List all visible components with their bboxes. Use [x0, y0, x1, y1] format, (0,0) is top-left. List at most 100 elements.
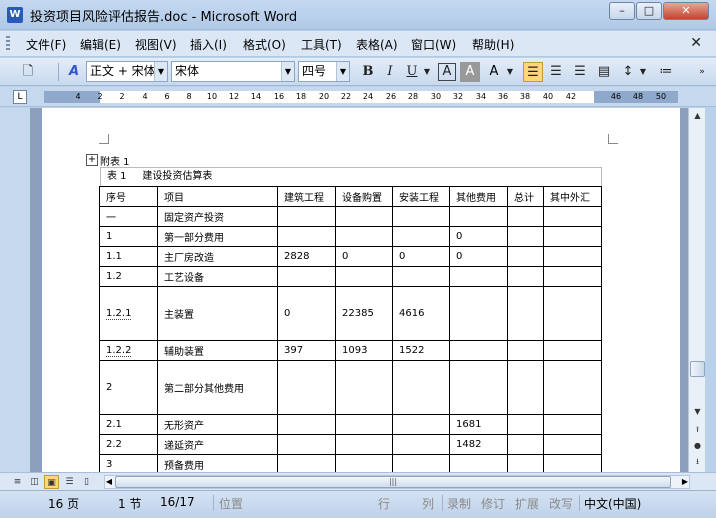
menu-window[interactable]: 窗口(W) — [411, 36, 456, 53]
table-cell[interactable] — [277, 434, 336, 455]
table-cell[interactable] — [543, 414, 602, 435]
table-cell[interactable]: 预备费用 — [157, 454, 278, 472]
status-page-of[interactable]: 16/17 — [160, 495, 195, 509]
table-cell[interactable] — [507, 286, 544, 341]
table-cell[interactable] — [507, 414, 544, 435]
table-cell[interactable]: 397 — [277, 340, 336, 361]
vertical-scroll-thumb[interactable] — [690, 361, 705, 377]
table-cell[interactable]: 辅助装置 — [157, 340, 278, 361]
document-page[interactable]: + 附表 1 表 1 建设投资估算表 序号 项目 建筑工程 设备购置 安装工程 … — [42, 108, 680, 472]
table-cell[interactable] — [392, 266, 450, 287]
header-cell[interactable]: 建筑工程 — [277, 186, 336, 207]
scroll-up-icon[interactable]: ▲ — [690, 108, 705, 123]
status-section[interactable]: 1 节 — [118, 495, 141, 512]
line-spacing-dropdown-icon[interactable]: ▼ — [637, 62, 649, 82]
horizontal-scrollbar[interactable]: ◀ ||| ▶ — [104, 475, 690, 489]
character-border-button[interactable]: A — [438, 63, 456, 81]
table-cell[interactable]: 1093 — [335, 340, 393, 361]
menu-insert[interactable]: 插入(I) — [190, 36, 227, 53]
table-cell[interactable] — [392, 454, 450, 472]
status-line[interactable]: 行 — [378, 495, 390, 512]
table-cell[interactable] — [392, 414, 450, 435]
table-move-handle-icon[interactable]: + — [86, 154, 98, 166]
align-justify-active-icon[interactable]: ☰ — [523, 62, 543, 82]
scroll-right-icon[interactable]: ▶ — [680, 476, 690, 488]
table-cell[interactable] — [543, 246, 602, 267]
table-cell[interactable] — [543, 340, 602, 361]
table-cell[interactable] — [392, 434, 450, 455]
header-cell[interactable]: 安装工程 — [392, 186, 450, 207]
font-combobox[interactable]: 宋体 ▼ — [171, 61, 295, 82]
print-layout-view-icon[interactable]: ▣ — [44, 475, 59, 489]
underline-button[interactable]: U — [402, 62, 422, 82]
reading-view-icon[interactable]: ▯ — [79, 475, 94, 489]
table-cell[interactable]: 1522 — [392, 340, 450, 361]
menu-view[interactable]: 视图(V) — [135, 36, 177, 53]
scroll-left-icon[interactable]: ◀ — [104, 476, 114, 488]
align-center-icon[interactable]: ☰ — [546, 62, 566, 82]
table-cell[interactable] — [543, 206, 602, 227]
menu-file[interactable]: 文件(F) — [26, 36, 66, 53]
table-cell[interactable] — [277, 360, 336, 415]
tab-selector-icon[interactable]: L — [13, 90, 27, 104]
bold-button[interactable]: B — [358, 62, 378, 82]
table-cell[interactable]: 1.1 — [99, 246, 158, 267]
table-cell[interactable]: 1482 — [449, 434, 508, 455]
normal-view-icon[interactable]: ≡ — [10, 475, 25, 489]
table-cell[interactable]: 一 — [99, 206, 158, 227]
header-cell[interactable]: 其他费用 — [449, 186, 508, 207]
table-cell[interactable] — [507, 434, 544, 455]
table-cell[interactable] — [277, 206, 336, 227]
styles-formatting-icon[interactable]: A — [64, 62, 84, 82]
table-cell[interactable] — [507, 206, 544, 227]
status-language[interactable]: 中文(中国) — [584, 495, 641, 512]
table-cell[interactable]: 0 — [449, 226, 508, 247]
table-cell[interactable]: 2828 — [277, 246, 336, 267]
table-cell[interactable] — [392, 226, 450, 247]
horizontal-scroll-thumb[interactable]: ||| — [115, 476, 671, 488]
table-cell[interactable] — [507, 246, 544, 267]
menu-table[interactable]: 表格(A) — [356, 36, 398, 53]
table-cell[interactable]: 1681 — [449, 414, 508, 435]
next-page-icon[interactable]: ⭳ — [690, 454, 705, 469]
table-cell[interactable]: 22385 — [335, 286, 393, 341]
horizontal-ruler[interactable]: 4 2 2 4 6 8 10 12 14 16 18 20 22 24 26 2… — [44, 91, 678, 103]
chevron-down-icon[interactable]: ▼ — [154, 62, 167, 81]
word-app-icon[interactable]: W — [7, 7, 23, 23]
previous-page-icon[interactable]: ⭱ — [690, 422, 705, 437]
estimate-table[interactable]: 序号 项目 建筑工程 设备购置 安装工程 其他费用 总计 其中外汇 一 固定资产投… — [99, 186, 602, 472]
table-cell[interactable]: 0 — [277, 286, 336, 341]
character-scaling-button[interactable]: A — [484, 62, 504, 82]
scroll-down-icon[interactable]: ▼ — [690, 404, 705, 419]
character-shading-button[interactable]: A — [460, 62, 480, 82]
header-cell[interactable]: 其中外汇 — [543, 186, 602, 207]
table-cell[interactable] — [392, 206, 450, 227]
status-overtype[interactable]: 改写 — [549, 495, 573, 512]
outline-view-icon[interactable]: ☰ — [62, 475, 77, 489]
table-cell[interactable]: 2 — [99, 360, 158, 415]
maximize-button[interactable]: □ — [636, 2, 662, 20]
chevron-down-icon[interactable]: ▼ — [281, 62, 294, 81]
table-cell[interactable]: 4616 — [392, 286, 450, 341]
table-cell[interactable] — [335, 454, 393, 472]
table-cell[interactable]: 1.2.1 — [99, 286, 158, 341]
new-document-icon[interactable]: 🗋 — [18, 62, 38, 82]
table-cell[interactable] — [543, 360, 602, 415]
italic-button[interactable]: I — [380, 62, 400, 82]
toolbar-options-icon[interactable]: » — [696, 62, 708, 82]
table-cell[interactable] — [507, 340, 544, 361]
close-button[interactable]: ✕ — [663, 2, 709, 20]
table-cell[interactable] — [449, 286, 508, 341]
table-cell[interactable]: 3 — [99, 454, 158, 472]
chevron-down-icon[interactable]: ▼ — [336, 62, 349, 81]
table-cell[interactable]: 2.1 — [99, 414, 158, 435]
table-cell[interactable]: 无形资产 — [157, 414, 278, 435]
menu-help[interactable]: 帮助(H) — [472, 36, 514, 53]
table-cell[interactable] — [392, 360, 450, 415]
table-cell[interactable] — [449, 454, 508, 472]
table-cell[interactable] — [543, 286, 602, 341]
table-cell[interactable]: 0 — [335, 246, 393, 267]
document-close-icon[interactable]: ✕ — [690, 35, 702, 51]
table-cell[interactable]: 主厂房改造 — [157, 246, 278, 267]
web-view-icon[interactable]: ◫ — [27, 475, 42, 489]
